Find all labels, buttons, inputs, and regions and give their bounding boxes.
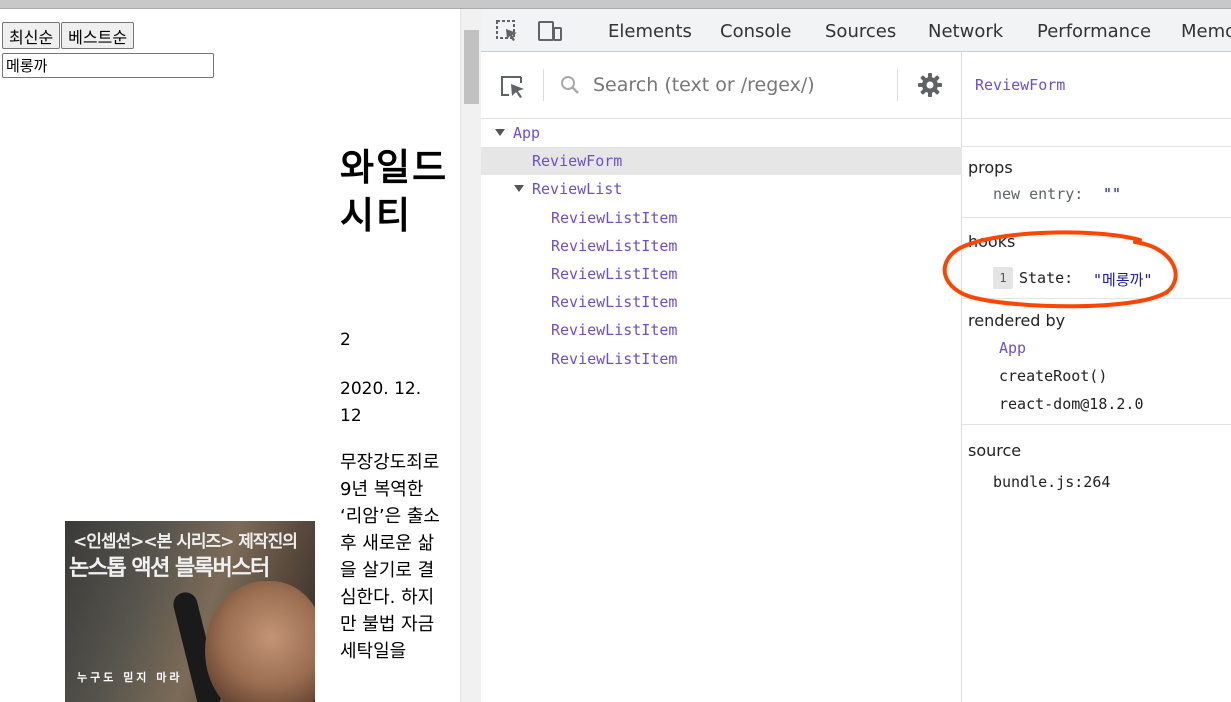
search-icon <box>561 76 579 94</box>
tab-elements[interactable]: Elements <box>608 21 692 42</box>
rendered-by-title: rendered by <box>968 311 1066 330</box>
props-title: props <box>968 158 1013 177</box>
tree-item-label: App <box>513 124 541 142</box>
rendered-by-item: react-dom@18.2.0 <box>999 395 1144 413</box>
tree-item-reviewlistitem[interactable]: ReviewListItem <box>481 316 962 344</box>
devtools-tabbar: Elements Console Sources Network Perform… <box>481 9 1231 52</box>
tree-item-app[interactable]: App <box>481 119 962 147</box>
hook-index-badge: 1 <box>993 267 1013 289</box>
hooks-title: hooks <box>968 232 1016 251</box>
component-search-input[interactable] <box>593 70 883 100</box>
sort-best-button[interactable]: 베스트순 <box>61 22 135 49</box>
tree-item-label: ReviewListItem <box>551 349 678 368</box>
rendered-by-item: createRoot() <box>999 367 1108 385</box>
details-header: ReviewForm <box>962 52 1231 119</box>
inspect-component-icon[interactable] <box>499 72 527 100</box>
prop-value[interactable]: "" <box>1103 185 1121 203</box>
caret-down-icon[interactable] <box>495 129 505 136</box>
tree-item-reviewlist[interactable]: ReviewList <box>481 175 962 203</box>
page-scrollbar[interactable] <box>460 9 481 702</box>
caret-down-icon[interactable] <box>514 185 524 193</box>
tab-network[interactable]: Network <box>928 21 1003 42</box>
movie-rating: 2 <box>340 330 351 350</box>
component-tree-toolbar <box>481 52 962 119</box>
devtools-panel: Elements Console Sources Network Perform… <box>481 9 1231 702</box>
toolbar-divider <box>543 69 544 101</box>
source-section: source bundle.js:264 <box>962 425 1231 505</box>
source-title: source <box>968 441 1022 460</box>
tree-item-label: ReviewListItem <box>551 265 678 283</box>
rendered-by-section: rendered by App createRoot() react-dom@1… <box>962 299 1231 425</box>
tab-memory[interactable]: Memo <box>1181 21 1231 42</box>
tree-item-label: ReviewListItem <box>551 236 678 255</box>
device-toolbar-icon[interactable] <box>537 19 563 43</box>
sort-buttons: 최신순 베스트순 <box>2 22 135 49</box>
hook-value[interactable]: "메롱까" <box>1093 269 1152 290</box>
tree-item-label: ReviewListItem <box>551 321 678 340</box>
tree-item-reviewlistitem[interactable]: ReviewListItem <box>481 345 962 373</box>
element-picker-icon[interactable] <box>495 19 521 43</box>
poster-tagline: 누구도 믿지 마라 <box>77 671 183 684</box>
rendered-by-owner[interactable]: App <box>999 339 1026 357</box>
tree-item-reviewlistitem[interactable]: ReviewListItem <box>481 232 962 260</box>
toolbar-divider <box>897 69 898 101</box>
sort-newest-button[interactable]: 최신순 <box>2 22 61 49</box>
tree-item-label: ReviewList <box>532 180 623 199</box>
page-viewport: 최신순 베스트순 <인셉션><본 시리즈> 제작진의 논스톱 액션 블록버스터 … <box>0 9 460 702</box>
movie-title: 와일드 시티 <box>340 146 449 238</box>
scrollbar-thumb[interactable] <box>464 30 479 104</box>
tree-item-reviewlistitem[interactable]: ReviewListItem <box>481 204 962 232</box>
movie-date: 2020. 12. 12 <box>340 379 422 426</box>
selected-component-name: ReviewForm <box>975 76 1066 94</box>
hooks-section: hooks 1 State: "메롱까" <box>962 218 1231 299</box>
hook-key: State: <box>1019 269 1074 287</box>
source-location[interactable]: bundle.js:264 <box>993 473 1110 491</box>
tree-item-label: ReviewListItem <box>551 293 678 312</box>
poster-title-line1: <인셉션><본 시리즈> 제작진의 <box>73 532 298 552</box>
details-spacer <box>962 119 1231 147</box>
browser-top-strip <box>0 0 1231 9</box>
poster-title-line2: 논스톱 액션 블록버스터 <box>69 556 270 581</box>
gear-icon[interactable] <box>917 72 943 98</box>
poster-face-shape <box>205 581 315 702</box>
component-tree-panel: App ReviewForm ReviewList ReviewListItem Rev… <box>481 52 962 702</box>
tab-console[interactable]: Console <box>720 21 791 42</box>
tree-item-reviewlistitem[interactable]: ReviewListItem <box>481 260 962 288</box>
movie-description: 무장강도죄로 9년 복역한 ‘리암’은 출소 후 새로운 삶을 살기로 결심한다… <box>340 452 440 662</box>
component-details-panel: ReviewForm props new entry: "" hooks 1 S… <box>962 52 1231 702</box>
tree-item-label: ReviewForm <box>532 152 623 171</box>
movie-poster-image: <인셉션><본 시리즈> 제작진의 논스톱 액션 블록버스터 누구도 믿지 마라 <box>65 521 315 702</box>
review-title-input[interactable] <box>2 53 214 78</box>
props-section: props new entry: "" <box>962 148 1231 218</box>
tree-item-reviewform[interactable]: ReviewForm <box>481 147 962 176</box>
prop-key: new entry: <box>993 185 1084 203</box>
tab-sources[interactable]: Sources <box>825 21 896 42</box>
tree-item-label: ReviewListItem <box>551 208 678 227</box>
tree-item-reviewlistitem[interactable]: ReviewListItem <box>481 288 962 316</box>
tab-performance[interactable]: Performance <box>1037 21 1151 42</box>
